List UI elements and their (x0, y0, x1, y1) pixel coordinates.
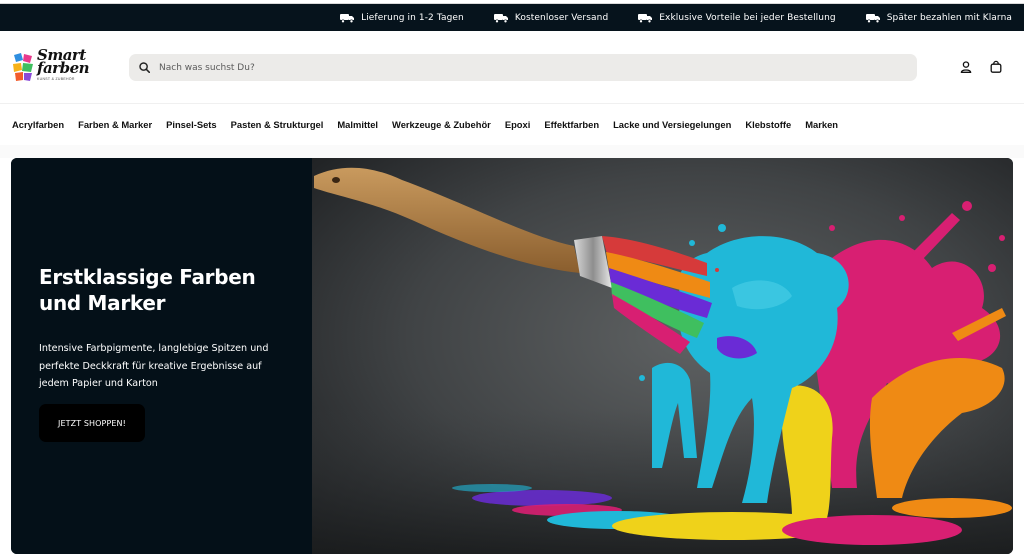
nav-item-farben-marker[interactable]: Farben & Marker (78, 119, 152, 130)
site-header: Smart farben KUNST & ZUBEHÖR Nach was su… (0, 31, 1024, 103)
main-navigation: Acrylfarben Farben & Marker Pinsel-Sets … (0, 103, 1024, 145)
site-logo[interactable]: Smart farben KUNST & ZUBEHÖR (11, 48, 90, 85)
announcement-item-delivery: Lieferung in 1-2 Tagen (340, 13, 464, 23)
truck-icon (638, 13, 653, 23)
paintbrush-splash-image (312, 158, 1013, 554)
logo-wordmark: Smart farben (37, 48, 90, 77)
hero-title: Erstklassige Farben und Marker (39, 265, 256, 315)
announcement-label: Kostenloser Versand (514, 12, 609, 23)
truck-icon (865, 13, 880, 23)
hero-description: Intensive Farbpigmente, langlebige Spitz… (39, 343, 269, 389)
search-bar[interactable]: Nach was suchst Du? (129, 54, 917, 81)
hero-text-panel: Erstklassige Farben und Marker Intensive… (11, 158, 312, 554)
nav-item-epoxi[interactable]: Epoxi (505, 119, 531, 130)
logo-line-2: farben (37, 59, 90, 77)
search-icon (139, 62, 150, 73)
announcement-label: Lieferung in 1-2 Tagen (361, 12, 464, 23)
hero-banner: Erstklassige Farben und Marker Intensive… (11, 158, 1013, 554)
search-input[interactable]: Nach was suchst Du? (159, 63, 255, 73)
announcement-item-shipping: Kostenloser Versand (493, 12, 609, 23)
announcement-item-klarna: Später bezahlen mit Klarna (865, 12, 1012, 23)
nav-item-klebstoffe[interactable]: Klebstoffe (745, 119, 791, 130)
announcement-bar: Lieferung in 1-2 Tagen Kostenloser Versa… (0, 4, 1024, 31)
announcement-label: Exklusive Vorteile bei jeder Bestellung (659, 12, 836, 23)
nav-item-lacke-versiegelungen[interactable]: Lacke und Versiegelungen (613, 119, 731, 130)
announcement-label: Später bezahlen mit Klarna (886, 12, 1012, 23)
logo-tagline: KUNST & ZUBEHÖR (37, 77, 75, 81)
shop-now-button[interactable]: JETZT SHOPPEN! (39, 404, 145, 442)
nav-item-pinsel-sets[interactable]: Pinsel-Sets (166, 119, 217, 130)
shopping-bag-icon[interactable] (989, 60, 1003, 74)
truck-icon (340, 13, 355, 23)
nav-item-malmittel[interactable]: Malmittel (337, 119, 378, 130)
nav-item-marken[interactable]: Marken (805, 119, 838, 130)
nav-item-acrylfarben[interactable]: Acrylfarben (12, 119, 64, 130)
section-spacer (0, 145, 1024, 158)
user-icon[interactable] (959, 60, 973, 74)
nav-item-pasten-strukturgel[interactable]: Pasten & Strukturgel (231, 119, 324, 130)
announcement-item-benefits: Exklusive Vorteile bei jeder Bestellung (638, 12, 836, 23)
logo-mark-icon (13, 53, 33, 81)
nav-item-werkzeuge-zubehoer[interactable]: Werkzeuge & Zubehör (392, 119, 491, 130)
nav-item-effektfarben[interactable]: Effektfarben (544, 119, 599, 130)
truck-icon (493, 13, 508, 23)
